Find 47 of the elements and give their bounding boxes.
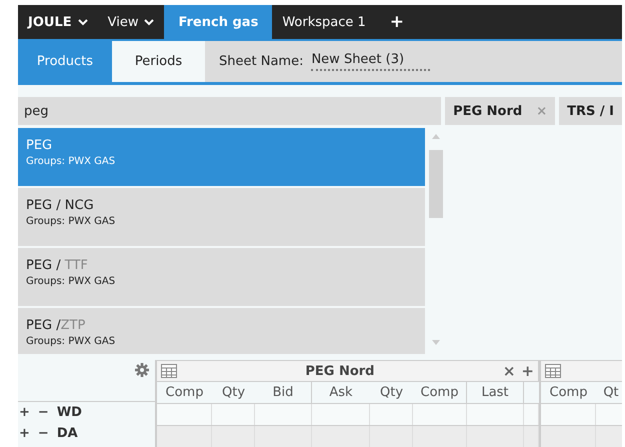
product-name: PEG / TTF: [26, 258, 89, 273]
column-header: Last: [467, 382, 524, 403]
panel-tab[interactable]: Periods: [112, 41, 205, 82]
chevron-down-icon: [144, 18, 154, 26]
product-item[interactable]: PEG /ZTP Groups: PWX GAS: [18, 308, 425, 354]
product-name: PEG / NCG: [26, 198, 95, 213]
tag-label: TRS / I: [567, 104, 614, 118]
product-item[interactable]: PEG / NCG Groups: PWX GAS: [18, 188, 425, 246]
product-groups: Groups: PWX GAS: [26, 336, 417, 347]
column-header: Comp: [164, 384, 204, 402]
chevron-down-icon: [78, 18, 88, 26]
product-groups: Groups: PWX GAS: [26, 156, 417, 167]
column-header: Bid: [255, 382, 312, 403]
sheet-name-label: Sheet Name:: [219, 54, 304, 69]
row-label: WD: [56, 405, 82, 420]
product-tag[interactable]: PEG Nord ×: [445, 97, 556, 125]
app-menu[interactable]: JOULE: [18, 5, 98, 39]
column-header: Qt: [602, 384, 620, 402]
table-icon[interactable]: [161, 364, 177, 378]
add-tab-button[interactable]: +: [376, 5, 418, 39]
grid-title: PEG Nord: [304, 364, 376, 378]
product-name: PEG: [26, 138, 54, 153]
tag-label: PEG Nord: [453, 104, 522, 118]
close-button[interactable]: ×: [502, 362, 516, 380]
column-header: Qty: [378, 384, 404, 402]
column-header: Comp: [548, 384, 588, 402]
scrollbar-thumb[interactable]: [429, 150, 443, 218]
search-field[interactable]: peg: [18, 97, 442, 125]
product-tag[interactable]: TRS / I: [559, 97, 622, 125]
expand-button[interactable]: +: [19, 405, 30, 420]
product-name: PEG /ZTP: [26, 318, 86, 333]
collapse-button[interactable]: −: [38, 405, 49, 420]
settings-icon[interactable]: [135, 363, 149, 377]
view-menu[interactable]: View: [98, 5, 164, 39]
product-item[interactable]: PEG / TTF Groups: PWX GAS: [18, 248, 425, 306]
table-icon[interactable]: [545, 364, 561, 378]
row-label: DA: [56, 426, 78, 441]
expand-button[interactable]: +: [19, 426, 30, 441]
add-button[interactable]: +: [521, 362, 534, 380]
collapse-button[interactable]: −: [38, 426, 49, 441]
product-groups: Groups: PWX GAS: [26, 216, 417, 227]
workspace-tab[interactable]: Workspace 1: [272, 5, 376, 39]
sheet-name-field[interactable]: New Sheet (3): [311, 52, 430, 71]
column-header: Ask: [328, 384, 354, 402]
column-header: Comp: [413, 382, 467, 403]
column-header: Qty: [220, 384, 246, 402]
product-groups: Groups: PWX GAS: [26, 276, 417, 287]
